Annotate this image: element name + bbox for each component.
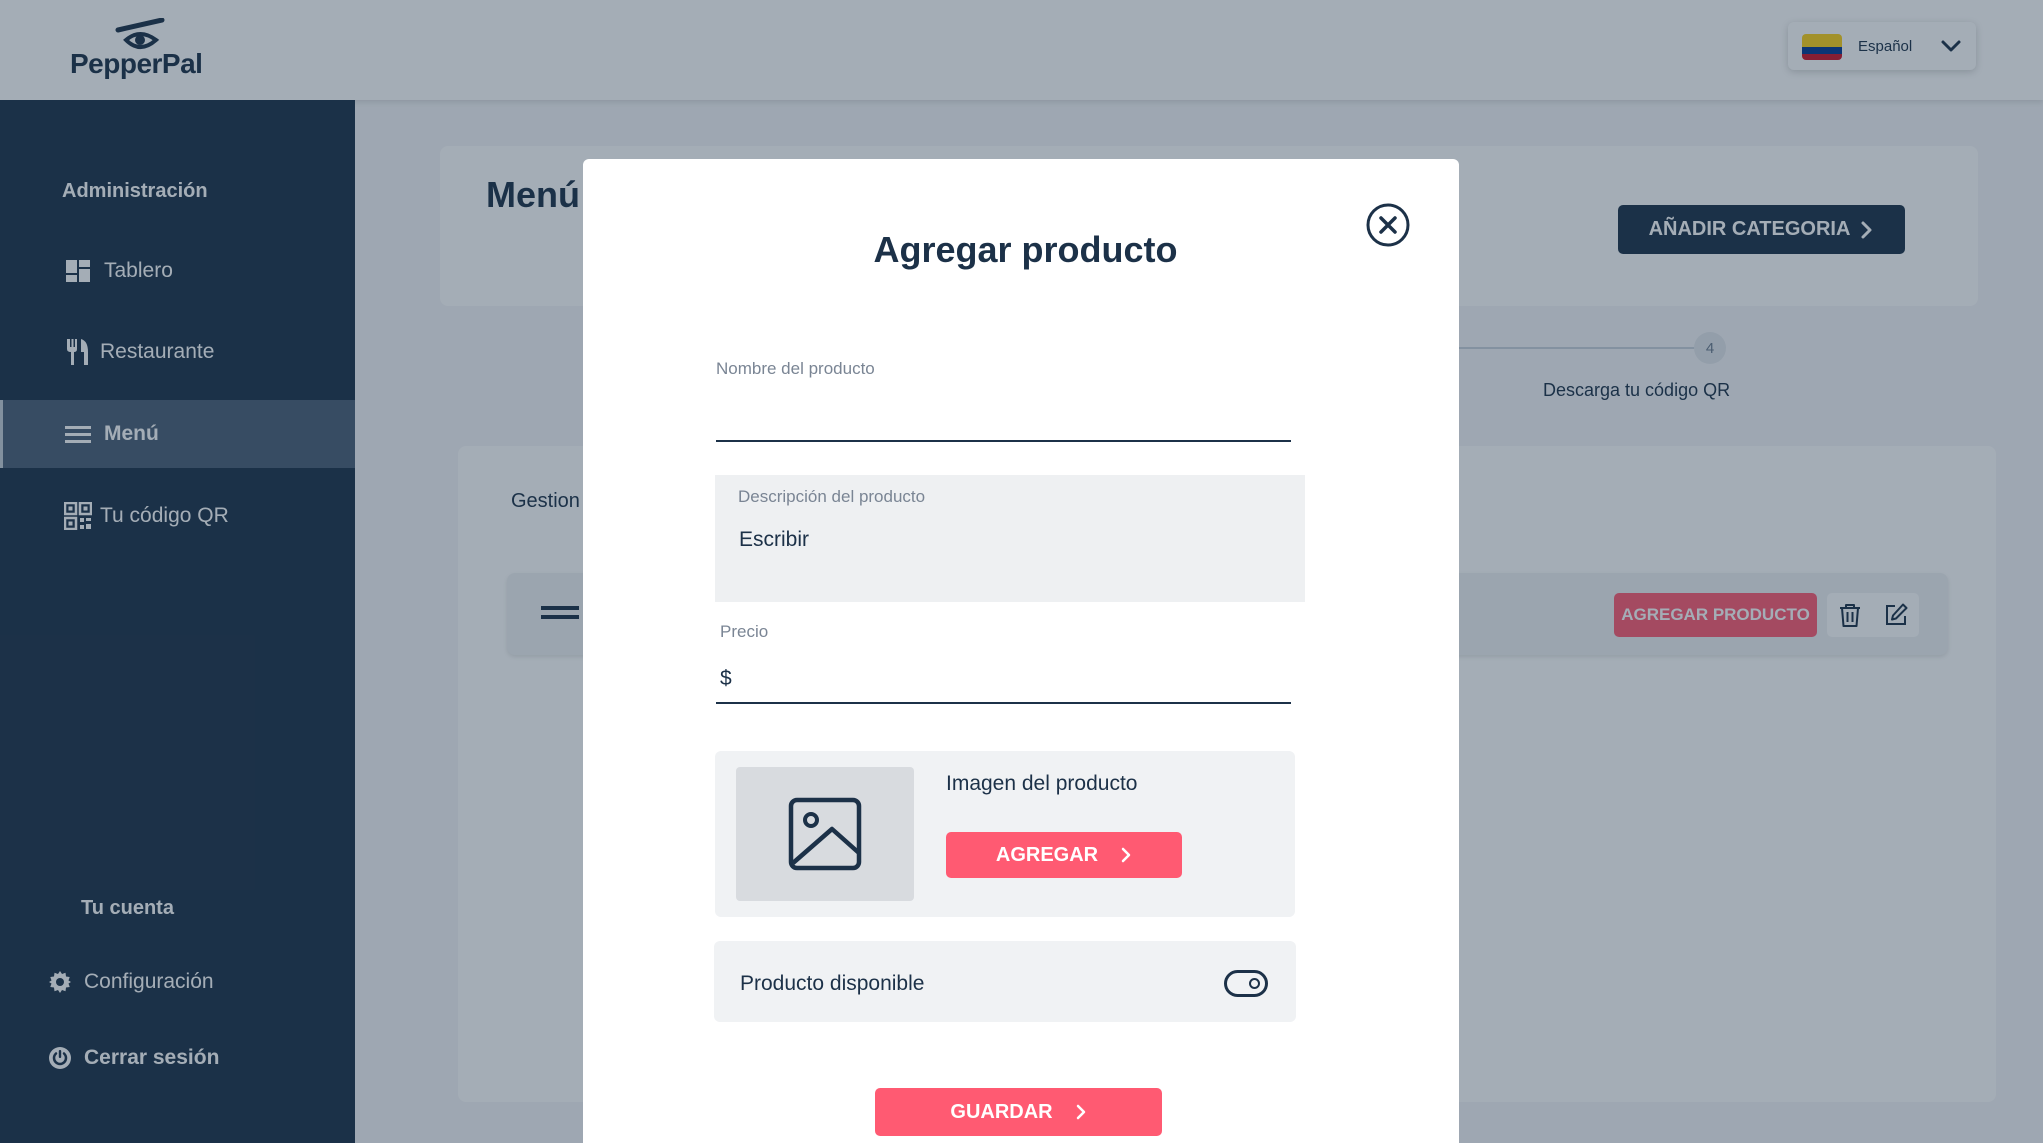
add-image-label: AGREGAR: [995, 843, 1099, 866]
product-name-underline: [716, 440, 1291, 442]
add-image-button[interactable]: AGREGAR: [946, 832, 1182, 878]
toggle-knob: [1249, 978, 1260, 989]
price-currency-prefix: $: [720, 667, 732, 690]
price-underline: [716, 702, 1291, 704]
product-name-label: Nombre del producto: [716, 359, 875, 378]
save-label: GUARDAR: [950, 1100, 1053, 1123]
price-label: Precio: [720, 622, 769, 641]
product-description-label: Descripción del producto: [738, 487, 926, 506]
modal-title: Agregar producto: [873, 229, 1178, 270]
chevron-right-icon: [1121, 847, 1131, 863]
product-description-value[interactable]: Escribir: [739, 528, 809, 552]
add-product-modal: Agregar producto Nombre del producto Des…: [583, 159, 1459, 1143]
price-input[interactable]: [743, 649, 1291, 697]
image-preview: [736, 767, 914, 901]
image-placeholder-icon: [788, 797, 862, 871]
available-toggle[interactable]: [1224, 970, 1268, 997]
save-button[interactable]: GUARDAR: [875, 1088, 1162, 1136]
product-name-input[interactable]: [716, 387, 1291, 437]
chevron-right-icon: [1076, 1104, 1085, 1120]
available-label: Producto disponible: [740, 972, 925, 995]
image-label: Imagen del producto: [946, 772, 1138, 795]
